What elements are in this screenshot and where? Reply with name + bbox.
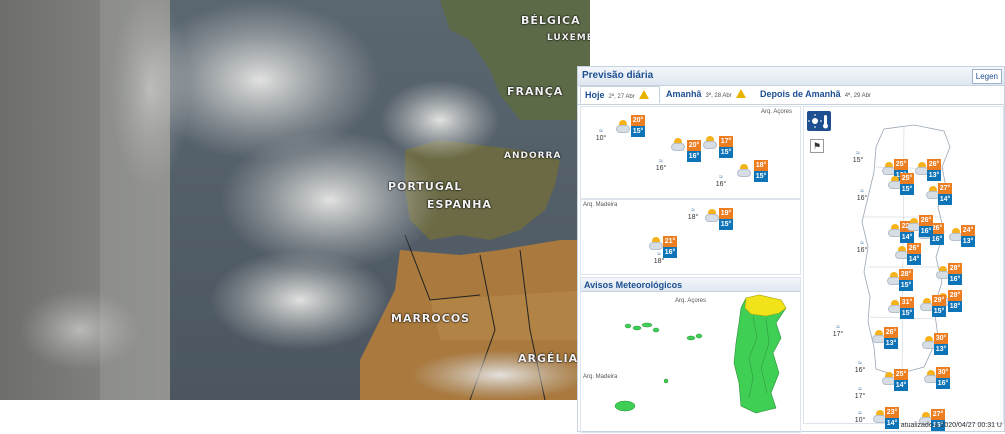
max-temp: 29°: [932, 295, 946, 306]
sun-cloud-icon: [737, 163, 751, 177]
tab-date: 2ª, 27 Abr: [608, 94, 635, 100]
country-label-franca: FRANÇA: [507, 85, 564, 98]
min-temp: 15°: [900, 184, 914, 195]
max-temp: 28°: [948, 263, 962, 274]
min-temp: 16°: [919, 226, 933, 237]
tab-hoje[interactable]: Hoje 2ª, 27 Abr: [580, 86, 660, 103]
min-temp: 16°: [948, 274, 962, 285]
sea-temp: ≈16°: [655, 158, 667, 172]
country-label-portugal: PORTUGAL: [388, 180, 463, 193]
tab-depois-de-amanha[interactable]: Depois de Amanhã 4ª, 29 Abr: [756, 86, 896, 103]
min-temp: 13°: [961, 236, 975, 247]
satellite-map: [0, 0, 590, 400]
country-label-marrocos: MARROCOS: [391, 312, 471, 325]
min-temp: 13°: [884, 338, 898, 349]
max-temp: 30°: [936, 367, 950, 378]
tab-date: 4ª, 29 Abr: [844, 93, 871, 99]
min-temp: 15°: [754, 171, 768, 182]
sea-temp: ≈10°: [595, 128, 607, 142]
azores-label: Arq. Açores: [761, 109, 793, 115]
max-temp: 21°: [663, 236, 677, 247]
forecast-panel: Previsão diária Legen Hoje 2ª, 27 Abr Ama…: [577, 66, 1005, 433]
max-temp: 31°: [900, 297, 914, 308]
min-temp: 16°: [687, 151, 701, 162]
max-temp: 17°: [719, 136, 733, 147]
updated-timestamp: atualizado a 2020/04/27 00:31 U: [900, 422, 1002, 429]
tab-amanha[interactable]: Amanhã 3ª, 28 Abr: [662, 86, 754, 103]
min-temp: 14°: [938, 194, 952, 205]
sea-temp: ≈18°: [653, 251, 665, 265]
max-temp: 26°: [927, 159, 941, 170]
min-temp: 14°: [885, 418, 899, 429]
max-temp: 27°: [938, 183, 952, 194]
country-label-luxemburgo: LUXEMB: [547, 33, 590, 43]
legend-button[interactable]: Legen: [971, 69, 1002, 84]
satellite-image: BÉLGICA LUXEMB FRANÇA ANDORRA PORTUGAL E…: [0, 0, 590, 400]
min-temp: 14°: [900, 232, 914, 243]
min-temp: 15°: [631, 126, 645, 137]
mainland-forecast: ⚑ 25°12°26°13°25°15°27°14°22°14°26°16°24…: [803, 106, 1004, 431]
sea-temp: ≈16°: [856, 240, 868, 254]
min-temp: 13°: [927, 170, 941, 181]
sea-temp: ≈17°: [832, 324, 844, 338]
country-label-belgica: BÉLGICA: [521, 14, 581, 27]
min-temp: 16°: [936, 378, 950, 389]
max-temp: 25°: [894, 369, 908, 380]
country-label-espanha: ESPANHA: [427, 198, 492, 211]
tab-label: Depois de Amanhã: [760, 89, 841, 99]
tab-label: Hoje: [585, 90, 605, 100]
max-temp: 26°: [919, 215, 933, 226]
max-temp: 23°: [885, 407, 899, 418]
min-temp: 15°: [719, 147, 733, 158]
min-temp: 15°: [900, 308, 914, 319]
panel-title: Previsão diária: [582, 70, 654, 81]
sun-cloud-icon: [705, 208, 719, 222]
max-temp: 20°: [687, 140, 701, 151]
max-temp: 28°: [899, 269, 913, 280]
max-temp: 30°: [934, 333, 948, 344]
day-tabs: Hoje 2ª, 27 Abr Amanhã 3ª, 28 Abr Depois d…: [578, 86, 1004, 105]
country-label-argelia: ARGÉLIA: [518, 352, 579, 365]
tab-label: Amanhã: [666, 89, 702, 99]
sun-cloud-icon: [703, 135, 717, 149]
sea-temp: ≈16°: [854, 360, 866, 374]
sun-cloud-icon: [616, 119, 630, 133]
max-temp: 26°: [884, 327, 898, 338]
sun-cloud-icon: [649, 236, 663, 250]
min-temp: 15°: [932, 306, 946, 317]
country-label-andorra: ANDORRA: [504, 151, 562, 161]
sea-temp: ≈10°: [854, 410, 866, 424]
max-temp: 27°: [931, 409, 945, 420]
sea-temp: ≈16°: [856, 188, 868, 202]
max-temp: 25°: [900, 173, 914, 184]
max-temp: 19°: [719, 208, 733, 219]
max-temp: 28°: [948, 290, 962, 301]
tab-date: 3ª, 28 Abr: [705, 93, 732, 99]
max-temp: 24°: [961, 225, 975, 236]
sun-cloud-icon: [671, 137, 685, 151]
max-temp: 26°: [907, 243, 921, 254]
max-temp: 20°: [631, 115, 645, 126]
warning-icon: [638, 90, 649, 99]
warnings-map[interactable]: [581, 278, 802, 434]
min-temp: 13°: [934, 344, 948, 355]
max-temp: 18°: [754, 160, 768, 171]
warning-icon: [735, 89, 746, 98]
sea-temp: ≈17°: [854, 386, 866, 400]
min-temp: 18°: [948, 301, 962, 312]
azores-forecast: Arq. Açores 20° 15° 20° 16° 17° 15° 18° …: [580, 106, 801, 199]
min-temp: 15°: [719, 219, 733, 230]
panel-header: Previsão diária Legen: [578, 67, 1004, 86]
min-temp: 15°: [899, 280, 913, 291]
sea-temp: ≈18°: [687, 207, 699, 221]
sea-temp: ≈15°: [852, 150, 864, 164]
min-temp: 14°: [907, 254, 921, 265]
min-temp: 14°: [894, 380, 908, 391]
sea-temp: ≈16°: [715, 174, 727, 188]
madeira-forecast: Arq. Madeira 19° 15° 21° 16° ≈18° ≈18°: [580, 199, 801, 275]
max-temp: 25°: [894, 159, 908, 170]
weather-warnings: Avisos Meteorológicos Arq. Açores Arq. M…: [580, 277, 801, 433]
madeira-label: Arq. Madeira: [583, 202, 618, 208]
